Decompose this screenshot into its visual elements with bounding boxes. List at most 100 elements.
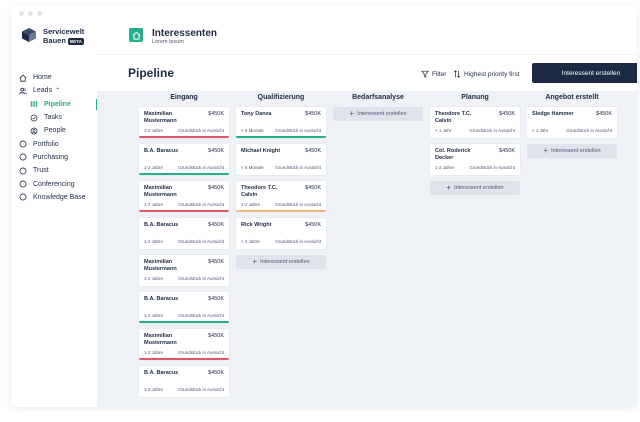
lead-status: Grundstück in Aussicht (275, 239, 321, 244)
lead-duration: 1-2 Jahre (241, 202, 261, 207)
lead-name: Maximilian Mustermann (144, 111, 177, 124)
lead-card[interactable]: Theodore T.C. Calvin $450K < 1 Jahr Grundst… (430, 107, 520, 138)
lead-status: Grundstück in Aussicht (469, 165, 515, 170)
sidebar-item-label: Portfolio (33, 140, 59, 148)
chevron-up-icon: ⌃ (55, 88, 61, 95)
lead-amount: $450K (305, 222, 321, 228)
lead-amount: $450K (499, 111, 515, 117)
lead-card[interactable]: Maximilian Mustermann $450K 1-2 Jahre Grund… (139, 107, 229, 138)
lead-name: Col. Roderick Decker (435, 148, 471, 161)
filter-button[interactable]: Filter (421, 70, 446, 78)
pipeline-column: Qualifizierung Tony Danza $450K < 6 Monate G… (236, 93, 326, 269)
lead-card[interactable]: B.A. Baracus $450K 1-2 Jahre Grundstück in … (139, 218, 229, 249)
column-title: Planung (461, 94, 489, 101)
add-interessent-button[interactable]: + Interessent erstellen (333, 107, 423, 121)
window-dot[interactable] (19, 11, 24, 16)
lead-card[interactable]: Maximilian Mustermann $450K 1-2 Jahre Grund… (139, 255, 229, 286)
lead-duration: < 6 Monate (241, 128, 264, 133)
lead-card[interactable]: B.A. Baracus $450K 1-2 Jahre Grundstück in … (139, 366, 229, 397)
lead-card[interactable]: B.A. Baracus $450K 1-2 Jahre Grundstück in … (139, 292, 229, 323)
lead-duration: > 2 Jahre (241, 239, 260, 244)
lead-amount: $450K (208, 222, 224, 228)
sidebar-item-label: Trust (33, 167, 49, 175)
brand[interactable]: Servicewelt Bauen BETA (21, 27, 84, 45)
sort-button[interactable]: Highest priority first (453, 70, 520, 78)
plus-icon: + (543, 146, 549, 155)
lead-duration: 1-2 Jahre (144, 239, 164, 244)
circle-icon (19, 180, 27, 188)
sidebar-item-label: Purchasing (33, 153, 69, 161)
lead-card[interactable]: Maximilian Mustermann $450K 1-2 Jahre Grund… (139, 181, 229, 212)
cube-logo-icon (22, 28, 36, 42)
lead-status: Grundstück in Aussicht (178, 239, 224, 244)
lead-status: Grundstück in Aussicht (275, 202, 321, 207)
plus-icon: + (446, 183, 452, 192)
sidebar-item-trust[interactable]: Trust (19, 164, 97, 177)
plus-icon: + (349, 109, 355, 118)
lead-amount: $450K (208, 259, 224, 265)
page-header: Interessenten Lorem ipsum (97, 19, 637, 55)
lead-card[interactable]: Michael Knight $450K < 6 Monate Grundstück … (236, 144, 326, 175)
header-title: Interessenten (152, 28, 218, 39)
sort-label: Highest priority first (464, 70, 520, 78)
lead-amount: $450K (596, 111, 612, 117)
lead-status: Grundstück in Aussicht (178, 128, 224, 133)
sidebar-item-knowledge-base[interactable]: Knowledge Base (19, 191, 97, 204)
lead-duration: 1-2 Jahre (435, 165, 455, 170)
lead-duration: < 1 Jahr (532, 128, 549, 133)
column-title: Qualifizierung (257, 94, 305, 101)
lead-name: B.A. Baracus (144, 148, 179, 154)
lead-name: Maximilian Mustermann (144, 185, 177, 198)
sidebar-item-people[interactable]: People (19, 124, 97, 137)
lead-status: Grundstück in Aussicht (178, 165, 224, 170)
lead-name: Rick Wright (241, 222, 272, 228)
lead-card[interactable]: Col. Roderick Decker $450K 1-2 Jahre Grunds… (430, 144, 520, 175)
sidebar-item-conferencing[interactable]: Conferencing (19, 177, 97, 190)
lead-status: Grundstück in Aussicht (178, 276, 224, 281)
filter-icon (421, 70, 429, 78)
pipeline-column: Eingang Maximilian Mustermann $450K 1-2 Jah… (139, 93, 229, 403)
lead-name: B.A. Baracus (144, 222, 179, 228)
pipeline-column: Angebot erstellt Sledge Hammer $450K < 1 Ja… (527, 93, 617, 158)
lead-amount: $450K (208, 148, 224, 154)
sidebar-item-leads[interactable]: Leads ⌃ (19, 84, 97, 97)
lead-card[interactable]: Theodore T.C. Calvin $450K 1-2 Jahre Grunds… (236, 181, 326, 212)
lead-status: Grundstück in Aussicht (469, 128, 515, 133)
sidebar-item-home[interactable]: Home (19, 71, 97, 84)
add-interessent-button[interactable]: + Interessent erstellen (430, 181, 520, 195)
window-controls (19, 11, 42, 16)
lead-card[interactable]: Tony Danza $450K < 6 Monate Grundstück in A… (236, 107, 326, 138)
circle-icon (19, 193, 27, 201)
lead-card[interactable]: Rick Wright $450K > 2 Jahre Grundstück in A… (236, 218, 326, 249)
add-interessent-button[interactable]: + Interessent erstellen (236, 255, 326, 269)
sidebar-item-purchasing[interactable]: Purchasing (19, 151, 97, 164)
lead-status: Grundstück in Aussicht (178, 350, 224, 355)
lead-status: Grundstück in Aussicht (566, 128, 612, 133)
lead-duration: 1-2 Jahre (144, 350, 164, 355)
lead-card[interactable]: Sledge Hammer $450K < 1 Jahr Grundstück in … (527, 107, 617, 138)
window-dot[interactable] (37, 11, 42, 16)
lead-amount: $450K (305, 185, 321, 191)
toolbar: Pipeline Filter Highest priority first I… (97, 55, 637, 91)
lead-name: Theodore T.C. Calvin (241, 185, 278, 198)
sidebar-item-tasks[interactable]: Tasks (19, 111, 97, 124)
lead-amount: $450K (208, 111, 224, 117)
lead-status: Grundstück in Aussicht (178, 202, 224, 207)
lead-name: B.A. Baracus (144, 296, 179, 302)
lead-card[interactable]: B.A. Baracus $450K 1-2 Jahre Grundstück in … (139, 144, 229, 175)
sidebar-item-label: Leads (33, 87, 53, 95)
lead-card[interactable]: Maximilian Mustermann $450K 1-2 Jahre Grund… (139, 329, 229, 360)
window-dot[interactable] (28, 11, 33, 16)
sidebar-item-label: Knowledge Base (33, 193, 86, 201)
add-interessent-button[interactable]: + Interessent erstellen (527, 144, 617, 158)
filter-label: Filter (432, 70, 447, 78)
column-title: Angebot erstellt (545, 94, 599, 101)
column-title: Bedarfsanalyse (352, 94, 404, 101)
sidebar-nav: Home Leads ⌃ Pipeline Tasks People Portf… (19, 71, 98, 204)
header-subtitle: Lorem ipsum (152, 39, 184, 45)
sidebar-item-pipeline[interactable]: Pipeline (19, 98, 98, 111)
sidebar-item-portfolio[interactable]: Portfolio (19, 137, 97, 150)
add-label: Interessent erstellen (454, 185, 504, 191)
lead-duration: 1-2 Jahre (144, 128, 164, 133)
create-interessent-button[interactable]: Interessent erstellen (532, 63, 637, 83)
